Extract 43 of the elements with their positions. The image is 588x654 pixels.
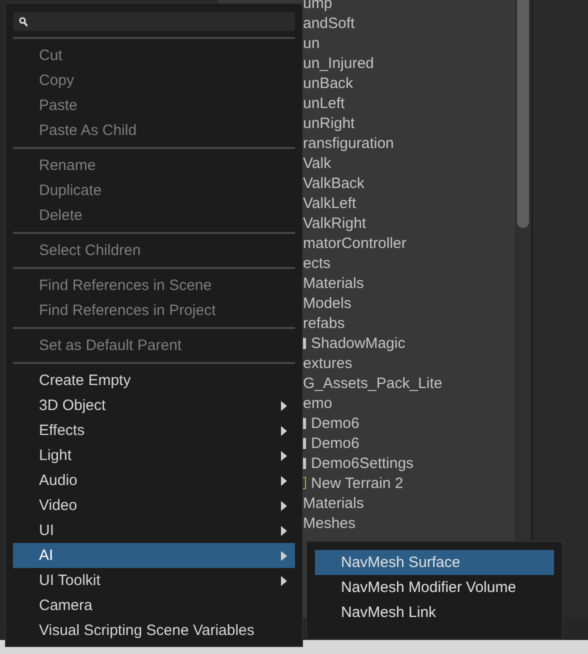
menu-item[interactable]: NavMesh Modifier Volume: [315, 575, 554, 600]
scrollbar[interactable]: [517, 0, 529, 228]
asset-name[interactable]: unBack: [303, 74, 354, 92]
asset-name[interactable]: un_Injured: [303, 54, 374, 72]
menu-item[interactable]: Effects: [13, 418, 295, 443]
asset-name[interactable]: Materials: [303, 494, 364, 512]
asset-name[interactable]: Demo6: [311, 434, 360, 452]
menu-item[interactable]: Visual Scripting Scene Variables: [13, 618, 295, 643]
menu-item[interactable]: NavMesh Surface: [315, 550, 554, 575]
menu-item[interactable]: Video: [13, 493, 295, 518]
asset-name[interactable]: Valk: [303, 154, 332, 172]
asset-name[interactable]: andSoft: [303, 14, 355, 32]
asset-name[interactable]: emo: [303, 394, 332, 412]
menu-item[interactable]: Audio: [13, 468, 295, 493]
menu-item[interactable]: Create Empty: [13, 368, 295, 393]
asset-name[interactable]: G_Assets_Pack_Lite: [303, 374, 442, 392]
asset-name[interactable]: ValkBack: [303, 174, 364, 192]
menu-item[interactable]: AI: [13, 543, 295, 568]
menu-item[interactable]: 3D Object: [13, 393, 295, 418]
asset-name[interactable]: ransfiguration: [303, 134, 394, 152]
search-field[interactable]: [13, 12, 295, 31]
asset-name[interactable]: New Terrain 2: [311, 474, 404, 492]
asset-name[interactable]: Demo6: [311, 414, 360, 432]
asset-name[interactable]: Demo6Settings: [311, 454, 414, 472]
menu-item[interactable]: NavMesh Link: [315, 600, 554, 625]
asset-name[interactable]: unRight: [303, 114, 355, 132]
asset-name[interactable]: matorController: [303, 234, 406, 252]
asset-name[interactable]: ValkRight: [303, 214, 366, 232]
menu-item[interactable]: Camera: [13, 593, 295, 618]
asset-name[interactable]: unLeft: [303, 94, 345, 112]
asset-name[interactable]: Models: [303, 294, 352, 312]
asset-name[interactable]: ects: [303, 254, 331, 272]
asset-name[interactable]: extures: [303, 354, 352, 372]
menu-item[interactable]: UI: [13, 518, 295, 543]
menu-item[interactable]: UI Toolkit: [13, 568, 295, 593]
asset-name[interactable]: Materials: [303, 274, 364, 292]
asset-name[interactable]: ShadowMagic: [311, 334, 406, 352]
search-icon: [19, 16, 28, 26]
asset-name[interactable]: Meshes: [303, 514, 356, 532]
asset-name[interactable]: un: [303, 34, 320, 52]
asset-name[interactable]: refabs: [303, 314, 345, 332]
asset-name[interactable]: ValkLeft: [303, 194, 356, 212]
menu-item[interactable]: Light: [13, 443, 295, 468]
